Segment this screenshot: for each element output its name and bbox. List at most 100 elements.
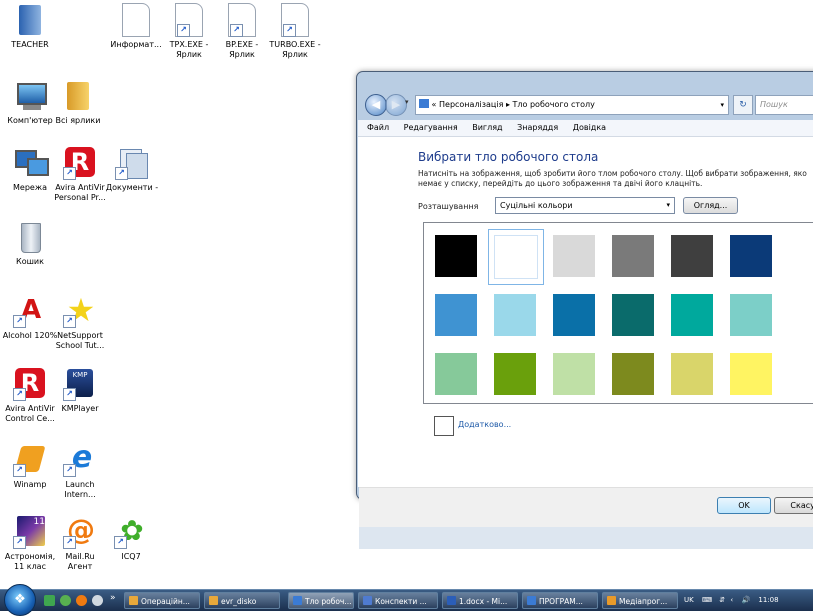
color-swatch[interactable] — [671, 294, 713, 336]
color-swatch[interactable] — [488, 229, 544, 285]
color-swatch[interactable] — [612, 235, 654, 277]
description-line-2: немає у списку, перейдіть до цього зобра… — [418, 179, 703, 188]
computer-icon — [13, 79, 47, 113]
forward-button[interactable]: ▶ — [385, 94, 407, 116]
page-title: Вибрати тло робочого стола — [418, 150, 599, 164]
quicklaunch-more-button[interactable]: » — [110, 593, 116, 603]
document-icon — [119, 3, 153, 37]
shortcut-arrow-icon: ↗ — [13, 388, 26, 401]
recent-pages-dropdown[interactable]: ▾ — [405, 98, 409, 106]
menu-tools[interactable]: Знаряддя — [517, 123, 558, 132]
taskbar-btn-6[interactable]: Медіапрог... — [602, 592, 678, 609]
color-swatch[interactable] — [494, 294, 536, 336]
desktop-icon-kmplayer[interactable]: KMP ↗ KMPlayer — [48, 367, 112, 414]
refresh-button[interactable]: ↻ — [733, 95, 753, 115]
color-swatch[interactable] — [671, 353, 713, 395]
color-swatch[interactable] — [553, 353, 595, 395]
quicklaunch-desktop-icon[interactable] — [44, 595, 55, 606]
kmplayer-icon: KMP ↗ — [63, 367, 97, 401]
avira-icon: R ↗ — [13, 367, 47, 401]
menu-view[interactable]: Вигляд — [472, 123, 502, 132]
breadcrumb-separator[interactable]: ▸ — [506, 100, 510, 109]
color-swatch[interactable] — [730, 235, 772, 277]
icon-label: TURBO.EXE - Ярлик — [269, 40, 321, 59]
desktop-background-window: ◀ ▶ ▾ « Персоналізація ▸ Тло робочого ст… — [356, 71, 813, 549]
quicklaunch-browser-icon[interactable] — [92, 595, 103, 606]
taskbar-btn-5[interactable]: ПРОГРАМ... — [522, 592, 598, 609]
keyboard-icon[interactable]: ⌨ — [702, 596, 712, 604]
winamp-icon: ↗ — [13, 443, 47, 477]
netsupport-star-icon: ★ ↗ — [63, 294, 97, 328]
color-swatch[interactable] — [435, 353, 477, 395]
icon-label: Документи - — [105, 183, 159, 192]
menu-help[interactable]: Довідка — [573, 123, 606, 132]
status-bar — [359, 527, 813, 549]
desktop-icon-internet-explorer[interactable]: e ↗ Launch Intern... — [48, 443, 112, 500]
refresh-icon: ↻ — [739, 100, 747, 110]
volume-icon[interactable]: 🔊 — [741, 596, 750, 604]
location-select[interactable]: Суцільні кольори ▾ — [495, 197, 675, 214]
menu-file[interactable]: Файл — [367, 123, 389, 132]
cancel-button[interactable]: Скасув — [774, 497, 813, 514]
icon-label: Кошик — [16, 257, 44, 266]
alcohol-icon: A ↗ — [13, 294, 47, 328]
color-swatch[interactable] — [612, 353, 654, 395]
color-swatch[interactable] — [730, 294, 772, 336]
desktop-icon-teacher[interactable]: TEACHER — [0, 3, 62, 50]
browse-button[interactable]: Огляд... — [683, 197, 738, 214]
color-swatch[interactable] — [494, 353, 536, 395]
taskbar-btn-0[interactable]: Операційн... — [124, 592, 200, 609]
search-input[interactable]: Пошук — [755, 95, 813, 115]
desktop-icon-turbo[interactable]: ↗ TURBO.EXE - Ярлик — [263, 3, 327, 60]
ok-button[interactable]: OK — [717, 497, 771, 514]
shortcut-arrow-icon: ↗ — [63, 388, 76, 401]
color-swatch[interactable] — [730, 353, 772, 395]
quicklaunch-mailru-icon[interactable] — [76, 595, 87, 606]
color-swatch[interactable] — [553, 294, 595, 336]
breadcrumb-personalization[interactable]: Персоналізація — [439, 100, 503, 109]
avira-icon: R ↗ — [63, 146, 97, 180]
clock[interactable]: 11:08 — [758, 596, 778, 604]
address-field[interactable]: « Персоналізація ▸ Тло робочого столу ▾ — [415, 95, 729, 115]
shortcut-arrow-icon: ↗ — [63, 464, 76, 477]
recycle-bin-icon — [13, 220, 47, 254]
desktop-icon-icq[interactable]: ✿ ↗ ICQ7 — [99, 515, 163, 562]
breadcrumb-desktop-background[interactable]: Тло робочого столу — [513, 100, 595, 109]
windows-logo-icon: ❖ — [14, 592, 26, 607]
system-tray: UK ⌨ ⇵ ‹ 🔊 11:08 — [680, 590, 813, 611]
language-indicator[interactable]: UK — [684, 596, 694, 604]
color-swatch[interactable] — [435, 235, 477, 277]
taskbar-btn-label: evr_disko — [221, 597, 257, 606]
color-swatch[interactable] — [435, 294, 477, 336]
show-hidden-icons-button[interactable]: ‹ — [730, 596, 733, 604]
taskbar-btn-3[interactable]: Конспекти ... — [358, 592, 438, 609]
color-swatch[interactable] — [553, 235, 595, 277]
shortcut-arrow-icon: ↗ — [283, 24, 296, 37]
desktop-icon-netsupport[interactable]: ★ ↗ NetSupport School Tut... — [48, 294, 112, 351]
breadcrumb-overflow[interactable]: « — [432, 100, 437, 109]
taskbar-btn-2[interactable]: Тло робоч... — [288, 592, 354, 609]
exe-shortcut-icon: ↗ — [225, 3, 259, 37]
taskbar-btn-1[interactable]: evr_disko — [204, 592, 280, 609]
color-swatch[interactable] — [671, 235, 713, 277]
taskbar-btn-4[interactable]: 1.docx - Mi... — [442, 592, 518, 609]
advanced-color-swatch[interactable] — [434, 416, 454, 436]
icon-label: TEACHER — [11, 40, 49, 49]
desktop-icon-all-shortcuts[interactable]: Всі ярлики — [46, 79, 110, 126]
teacher-folder-icon — [13, 3, 47, 37]
network-tray-icon[interactable]: ⇵ — [719, 596, 725, 604]
color-swatch-grid — [423, 222, 813, 404]
address-dropdown-icon[interactable]: ▾ — [720, 96, 724, 114]
control-panel-icon — [419, 99, 429, 108]
word-icon — [447, 596, 456, 605]
desktop-icon-recycle-bin[interactable]: Кошик — [0, 220, 62, 267]
desktop-icon-documents[interactable]: ↗ Документи - — [100, 146, 164, 193]
location-label: Розташування — [418, 202, 479, 211]
quicklaunch-app-icon[interactable] — [60, 595, 71, 606]
icon-label: NetSupport School Tut... — [55, 331, 105, 350]
color-swatch[interactable] — [612, 294, 654, 336]
back-button[interactable]: ◀ — [365, 94, 387, 116]
start-button[interactable]: ❖ — [4, 584, 36, 616]
menu-edit[interactable]: Редагування — [404, 123, 458, 132]
advanced-link[interactable]: Додатково... — [458, 420, 511, 429]
